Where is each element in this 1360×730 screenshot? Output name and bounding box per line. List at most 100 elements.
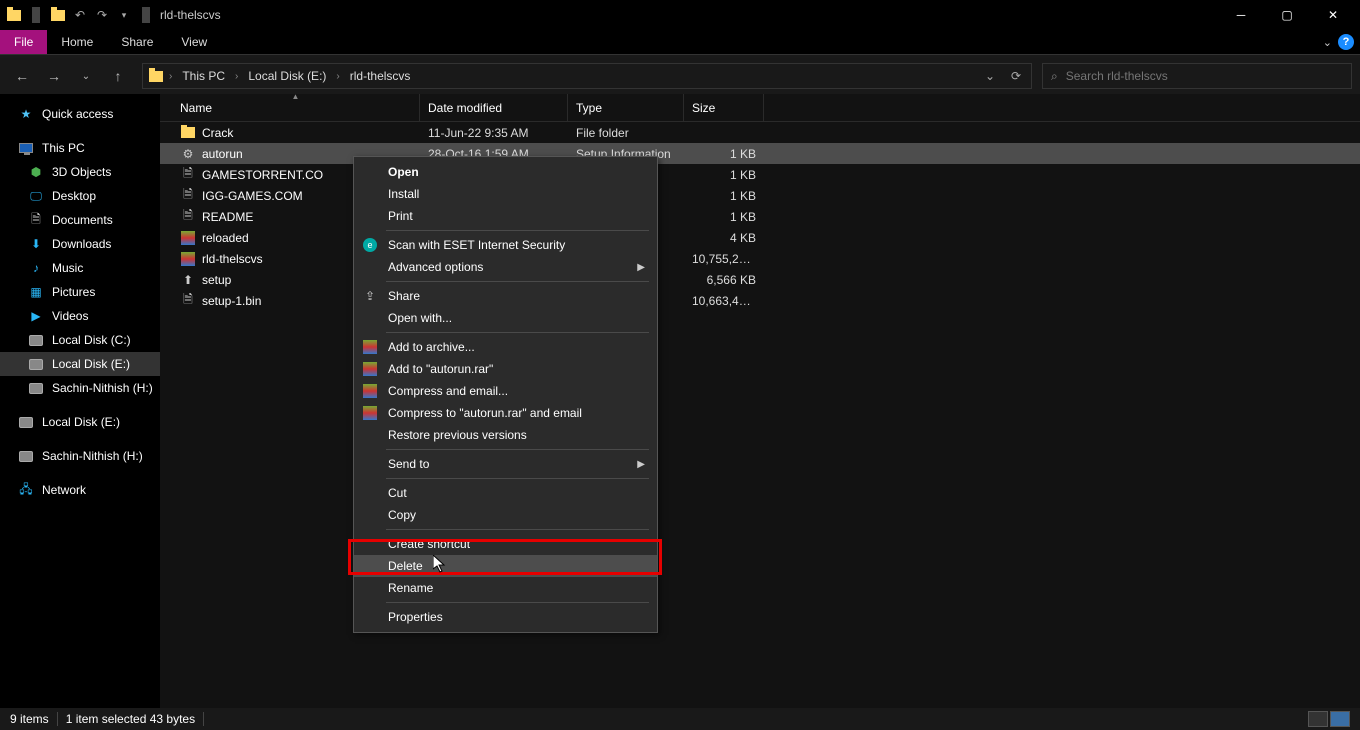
context-print[interactable]: Print <box>354 205 657 227</box>
recent-locations-button[interactable]: ⌄ <box>72 62 100 90</box>
tab-file[interactable]: File <box>0 30 47 54</box>
close-button[interactable]: ✕ <box>1310 0 1356 30</box>
back-button[interactable]: ← <box>8 62 36 90</box>
file-row-autorun[interactable]: ⚙autorun 28-Oct-16 1:59 AM Setup Informa… <box>160 143 1360 164</box>
sidebar-item-sachin-nithish-h[interactable]: Sachin-Nithish (H:) <box>0 376 160 400</box>
context-restore-previous[interactable]: Restore previous versions <box>354 424 657 446</box>
sidebar-item-downloads[interactable]: ⬇Downloads <box>0 232 160 256</box>
column-date-modified[interactable]: Date modified <box>420 94 568 121</box>
chevron-down-icon[interactable]: ▾ <box>116 7 132 23</box>
file-row-crack[interactable]: Crack 11-Jun-22 9:35 AM File folder <box>160 122 1360 143</box>
context-add-to-archive[interactable]: Add to archive... <box>354 336 657 358</box>
sidebar-item-videos[interactable]: ▶Videos <box>0 304 160 328</box>
status-item-count: 9 items <box>10 712 49 726</box>
drive-icon <box>28 356 44 372</box>
folder-icon[interactable] <box>50 7 66 23</box>
breadcrumb-folder[interactable]: rld-thelscvs <box>342 64 419 88</box>
column-name[interactable]: ▲Name <box>172 94 420 121</box>
folder-icon <box>180 125 196 141</box>
context-share[interactable]: ⇪Share <box>354 285 657 307</box>
url-file-icon: 🗎 <box>180 167 196 183</box>
context-add-to-autorun-rar[interactable]: Add to "autorun.rar" <box>354 358 657 380</box>
desktop-icon: 🖵 <box>28 188 44 204</box>
share-icon: ⇪ <box>362 288 378 304</box>
context-install[interactable]: Install <box>354 183 657 205</box>
file-row-setup-1-bin[interactable]: 🗎setup-1.bin 10,663,487 ... <box>160 290 1360 311</box>
minimize-button[interactable]: ─ <box>1218 0 1264 30</box>
search-box[interactable]: ⌕ <box>1042 63 1352 89</box>
sidebar-sachin-nithish-h[interactable]: Sachin-Nithish (H:) <box>0 444 160 468</box>
status-bar: 9 items 1 item selected 43 bytes <box>0 708 1360 730</box>
ribbon-tabs: File Home Share View ⌄ ? <box>0 30 1360 54</box>
context-delete[interactable]: Delete <box>354 555 657 577</box>
search-input[interactable] <box>1066 69 1343 83</box>
pc-icon <box>18 140 34 156</box>
breadcrumb-pc[interactable]: This PC <box>174 64 233 88</box>
sidebar-item-music[interactable]: ♪Music <box>0 256 160 280</box>
winrar-icon <box>362 339 378 355</box>
address-dropdown-button[interactable]: ⌄ <box>977 63 1003 89</box>
sidebar-item-local-disk-e[interactable]: Local Disk (E:) <box>0 352 160 376</box>
sort-asc-icon: ▲ <box>292 92 300 101</box>
folder-icon <box>145 71 167 82</box>
drive-icon <box>28 332 44 348</box>
context-rename[interactable]: Rename <box>354 577 657 599</box>
sidebar-network[interactable]: 🖧Network <box>0 478 160 502</box>
exe-file-icon: ⬆ <box>180 272 196 288</box>
refresh-button[interactable]: ⟳ <box>1003 63 1029 89</box>
sidebar-quick-access[interactable]: ★ Quick access <box>0 102 160 126</box>
tab-home[interactable]: Home <box>47 30 107 54</box>
sidebar-item-local-disk-c[interactable]: Local Disk (C:) <box>0 328 160 352</box>
redo-icon[interactable]: ↷ <box>94 7 110 23</box>
sidebar-item-desktop[interactable]: 🖵Desktop <box>0 184 160 208</box>
undo-icon[interactable]: ↶ <box>72 7 88 23</box>
file-row-readme[interactable]: 🗎README t1 KB <box>160 206 1360 227</box>
sidebar-item-documents[interactable]: 🗎Documents <box>0 208 160 232</box>
context-properties[interactable]: Properties <box>354 606 657 628</box>
download-icon: ⬇ <box>28 236 44 252</box>
sidebar-item-pictures[interactable]: ▦Pictures <box>0 280 160 304</box>
up-button[interactable]: ↑ <box>104 62 132 90</box>
sidebar-item-3d-objects[interactable]: ⬢3D Objects <box>0 160 160 184</box>
tab-view[interactable]: View <box>167 30 221 54</box>
context-eset-scan[interactable]: eScan with ESET Internet Security <box>354 234 657 256</box>
forward-button[interactable]: → <box>40 62 68 90</box>
pictures-icon: ▦ <box>28 284 44 300</box>
context-menu: Open Install Print eScan with ESET Inter… <box>353 156 658 633</box>
context-open[interactable]: Open <box>354 161 657 183</box>
sidebar-this-pc[interactable]: This PC <box>0 136 160 160</box>
sidebar-local-disk-e[interactable]: Local Disk (E:) <box>0 410 160 434</box>
navigation-bar: ← → ⌄ ↑ › This PC › Local Disk (E:) › rl… <box>0 58 1360 94</box>
file-row-rld-thelscvs[interactable]: rld-thelscvs e10,755,264 ... <box>160 248 1360 269</box>
context-create-shortcut[interactable]: Create shortcut <box>354 533 657 555</box>
star-icon: ★ <box>18 106 34 122</box>
context-open-with[interactable]: Open with... <box>354 307 657 329</box>
column-type[interactable]: Type <box>568 94 684 121</box>
file-rows: Crack 11-Jun-22 9:35 AM File folder ⚙aut… <box>160 122 1360 311</box>
winrar-icon <box>362 361 378 377</box>
file-row-gamestorrent[interactable]: 🗎GAMESTORRENT.CO ut1 KB <box>160 164 1360 185</box>
file-row-reloaded[interactable]: reloaded atio...4 KB <box>160 227 1360 248</box>
breadcrumb-drive[interactable]: Local Disk (E:) <box>240 64 334 88</box>
maximize-button[interactable]: ▢ <box>1264 0 1310 30</box>
details-view-button[interactable] <box>1308 711 1328 727</box>
context-copy[interactable]: Copy <box>354 504 657 526</box>
title-bar: ↶ ↷ ▾ rld-thelscvs ─ ▢ ✕ <box>0 0 1360 30</box>
address-bar[interactable]: › This PC › Local Disk (E:) › rld-thelsc… <box>142 63 1032 89</box>
app-file-icon <box>180 230 196 246</box>
context-compress-to-rar-and-email[interactable]: Compress to "autorun.rar" and email <box>354 402 657 424</box>
context-compress-and-email[interactable]: Compress and email... <box>354 380 657 402</box>
folder-icon <box>6 7 22 23</box>
bin-file-icon: 🗎 <box>180 293 196 309</box>
chevron-down-icon[interactable]: ⌄ <box>1323 36 1332 49</box>
tab-share[interactable]: Share <box>107 30 167 54</box>
quick-access-toolbar: ↶ ↷ ▾ <box>4 7 156 23</box>
column-size[interactable]: Size <box>684 94 764 121</box>
context-advanced-options[interactable]: Advanced options▶ <box>354 256 657 278</box>
thumbnails-view-button[interactable] <box>1330 711 1350 727</box>
context-cut[interactable]: Cut <box>354 482 657 504</box>
help-icon[interactable]: ? <box>1338 34 1354 50</box>
context-send-to[interactable]: Send to▶ <box>354 453 657 475</box>
file-row-setup[interactable]: ⬆setup 6,566 KB <box>160 269 1360 290</box>
file-row-igg-games[interactable]: 🗎IGG-GAMES.COM ut1 KB <box>160 185 1360 206</box>
